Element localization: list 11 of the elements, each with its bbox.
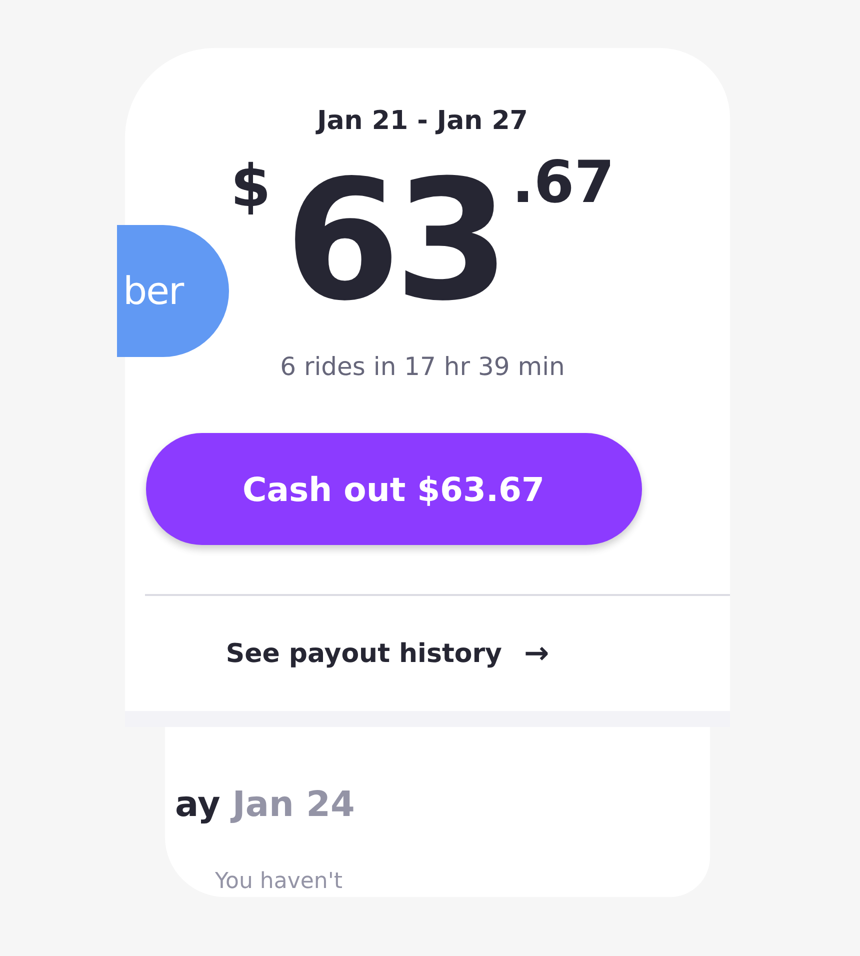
- day-message: You haven't: [215, 869, 344, 894]
- earnings-cents: .67: [512, 148, 615, 216]
- day-date: Jan 24: [232, 785, 355, 825]
- payout-history-link[interactable]: See payout history →: [226, 636, 550, 671]
- cash-out-button[interactable]: Cash out $63.67: [146, 433, 642, 545]
- period-title: Jan 21 - Jan 27: [317, 106, 528, 136]
- earnings-amount: 63: [284, 144, 504, 340]
- uber-logo: ber: [117, 225, 229, 357]
- day-heading: ay: [175, 785, 220, 825]
- currency-sign: $: [230, 152, 271, 220]
- rides-summary: 6 rides in 17 hr 39 min: [280, 352, 565, 381]
